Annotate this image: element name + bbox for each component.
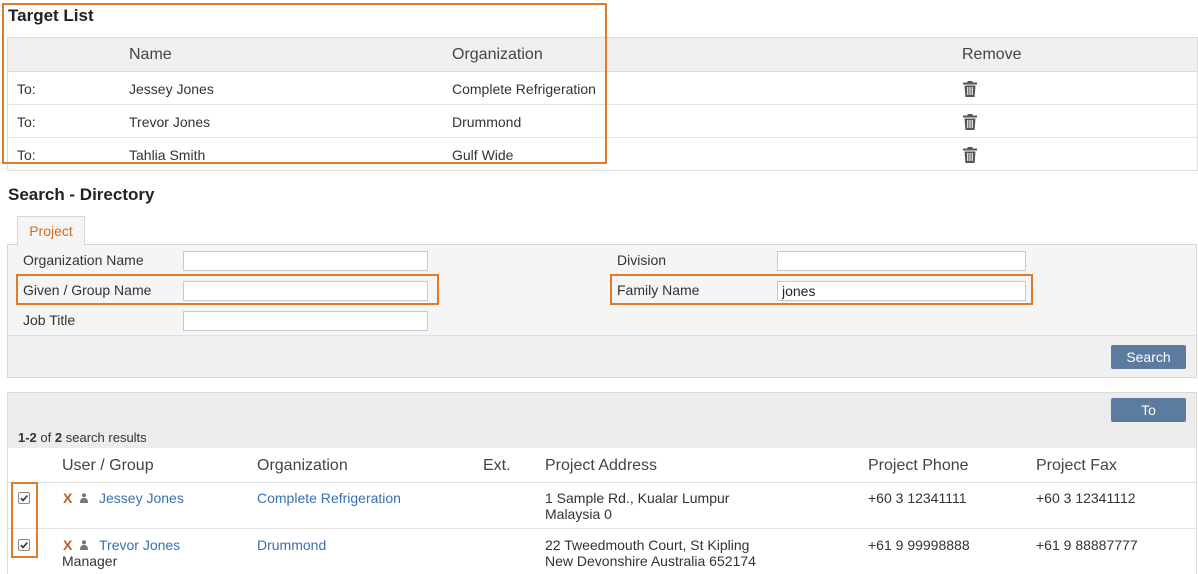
target-row: To: Tahlia Smith Gulf Wide bbox=[8, 138, 1197, 170]
header-name: Name bbox=[129, 46, 172, 63]
target-organization: Gulf Wide bbox=[452, 147, 514, 163]
trash-icon[interactable] bbox=[963, 81, 977, 97]
target-organization: Complete Refrigeration bbox=[452, 81, 596, 97]
target-name: Tahlia Smith bbox=[129, 147, 206, 163]
organization-link[interactable]: Complete Refrigeration bbox=[257, 490, 401, 506]
checkmark-icon bbox=[20, 542, 28, 549]
select-checkbox[interactable] bbox=[18, 492, 30, 504]
results-suffix: search results bbox=[65, 430, 147, 445]
user-name-link[interactable]: Jessey Jones bbox=[99, 490, 184, 506]
header-user-group[interactable]: User / Group bbox=[62, 457, 154, 475]
search-footer bbox=[7, 335, 1197, 378]
results-toolbar bbox=[7, 392, 1197, 449]
fax-value: +61 9 88887777 bbox=[1036, 537, 1138, 553]
header-project-address[interactable]: Project Address bbox=[545, 457, 657, 475]
job-title-input[interactable] bbox=[183, 311, 428, 331]
trash-icon[interactable] bbox=[963, 114, 977, 130]
family-name-input[interactable] bbox=[777, 281, 1026, 301]
given-name-label: Given / Group Name bbox=[23, 282, 152, 298]
division-input[interactable] bbox=[777, 251, 1026, 271]
target-name: Trevor Jones bbox=[129, 114, 211, 130]
person-icon bbox=[80, 540, 88, 550]
address-line2: New Devonshire Australia 652174 bbox=[545, 553, 756, 569]
target-list-header: Name Organization Remove bbox=[8, 38, 1197, 72]
division-label: Division bbox=[617, 252, 667, 268]
select-checkbox[interactable] bbox=[18, 539, 30, 551]
results-of: of bbox=[40, 430, 52, 445]
header-organization[interactable]: Organization bbox=[257, 457, 348, 475]
target-to-label: To: bbox=[17, 81, 36, 97]
target-list-table: Name Organization Remove To: Jessey Jone… bbox=[7, 37, 1198, 171]
header-project-phone[interactable]: Project Phone bbox=[868, 457, 969, 475]
organization-link[interactable]: Drummond bbox=[257, 537, 326, 553]
target-row: To: Trevor Jones Drummond bbox=[8, 105, 1197, 138]
header-organization: Organization bbox=[452, 46, 543, 63]
x-icon: X bbox=[63, 537, 73, 553]
checkmark-icon bbox=[20, 495, 28, 502]
person-icon bbox=[80, 493, 88, 503]
target-list-title: Target List bbox=[8, 6, 94, 25]
x-icon: X bbox=[63, 490, 73, 506]
results-range: 1-2 bbox=[18, 430, 37, 445]
address-line2: Malaysia 0 bbox=[545, 506, 612, 522]
user-subtitle: Manager bbox=[62, 553, 118, 569]
trash-icon[interactable] bbox=[963, 147, 977, 163]
user-name-link[interactable]: Trevor Jones bbox=[99, 537, 180, 553]
target-to-label: To: bbox=[17, 147, 36, 163]
family-name-label: Family Name bbox=[617, 282, 700, 298]
address-line1: 1 Sample Rd., Kualar Lumpur bbox=[545, 490, 730, 506]
phone-value: +61 9 99998888 bbox=[868, 537, 970, 553]
results-count: 1-2 of 2 search results bbox=[18, 430, 147, 445]
tab-project[interactable]: Project bbox=[17, 216, 85, 246]
given-name-input[interactable] bbox=[183, 281, 428, 301]
search-directory-title: Search - Directory bbox=[8, 185, 155, 204]
header-project-fax[interactable]: Project Fax bbox=[1036, 457, 1117, 475]
result-row: X Trevor Jones Manager Drummond 22 Tweed… bbox=[7, 529, 1197, 574]
results-total: 2 bbox=[54, 430, 63, 445]
results-header: User / Group Organization Ext. Project A… bbox=[7, 448, 1197, 483]
job-title-label: Job Title bbox=[23, 312, 76, 328]
address-line1: 22 Tweedmouth Court, St Kipling bbox=[545, 537, 750, 553]
target-organization: Drummond bbox=[452, 114, 522, 130]
fax-value: +60 3 12341112 bbox=[1036, 490, 1136, 506]
header-ext[interactable]: Ext. bbox=[483, 457, 511, 475]
target-row: To: Jessey Jones Complete Refrigeration bbox=[8, 72, 1197, 105]
organization-name-input[interactable] bbox=[183, 251, 428, 271]
result-row: X Jessey Jones Complete Refrigeration 1 … bbox=[7, 483, 1197, 529]
to-button[interactable]: To bbox=[1111, 398, 1186, 422]
phone-value: +60 3 12341111 bbox=[868, 490, 967, 506]
target-to-label: To: bbox=[17, 114, 36, 130]
search-button[interactable]: Search bbox=[1111, 345, 1186, 369]
search-form: Organization Name Given / Group Name Job… bbox=[7, 244, 1197, 336]
organization-name-label: Organization Name bbox=[23, 252, 144, 268]
header-remove: Remove bbox=[962, 46, 1022, 63]
target-name: Jessey Jones bbox=[129, 81, 214, 97]
